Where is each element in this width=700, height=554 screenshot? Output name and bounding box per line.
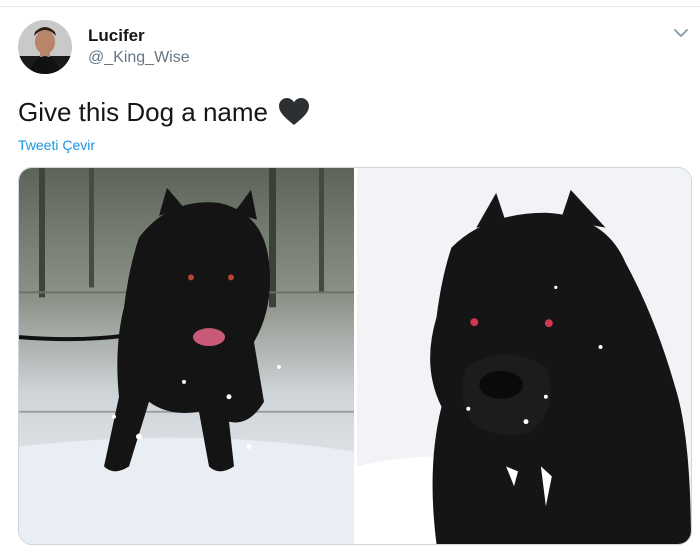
chevron-down-icon[interactable] [672, 24, 690, 42]
photo-leaping-dog[interactable] [19, 168, 354, 544]
tweet-header: Lucifer @_King_Wise [18, 20, 190, 74]
tweet-text: Give this Dog a name [18, 92, 310, 132]
display-name[interactable]: Lucifer [88, 25, 190, 47]
tweet-text-content: Give this Dog a name [18, 97, 269, 127]
photo-dog-portrait[interactable] [357, 168, 691, 544]
author-names: Lucifer @_King_Wise [88, 25, 190, 69]
avatar[interactable] [18, 20, 72, 74]
translate-tweet-link[interactable]: Tweeti Çevir [18, 137, 95, 153]
media-grid [18, 167, 692, 545]
black-heart-icon [278, 97, 310, 127]
top-divider [0, 6, 700, 7]
user-handle[interactable]: @_King_Wise [88, 47, 190, 69]
